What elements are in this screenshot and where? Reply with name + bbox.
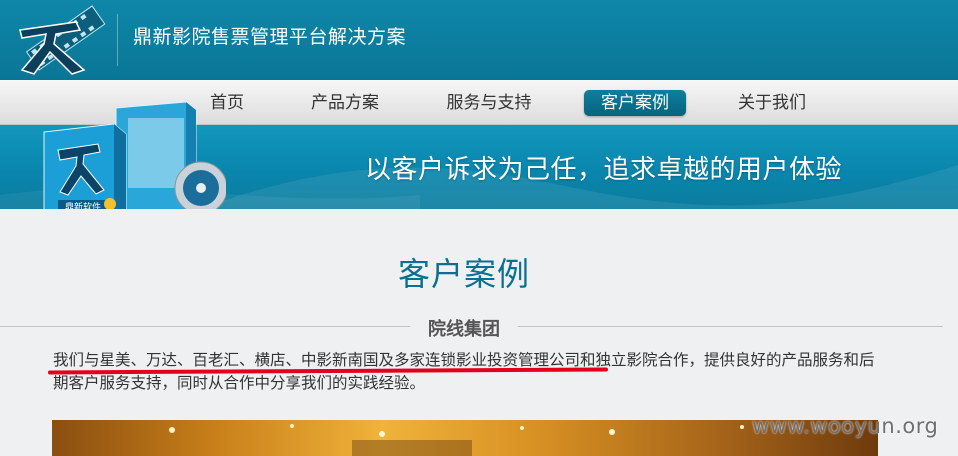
site-title: 鼎新影院售票管理平台解决方案 [133,26,407,48]
nav-item-service[interactable]: 服务与支持 [433,90,545,116]
film-reel-logo-icon[interactable] [6,0,106,80]
section-divider-right [518,326,943,327]
watermark: www.wooyun.org [752,414,939,438]
banner-slogan: 以客户诉求为己任，追求卓越的用户体验 [365,155,843,185]
nav-item-cases[interactable]: 客户案例 [584,90,686,116]
section-title: 院线集团 [428,319,500,340]
page-title: 客户案例 [397,255,530,293]
site-header: 鼎新影院售票管理平台解决方案 [0,0,958,80]
header-divider [117,14,118,66]
nav-item-products[interactable]: 产品方案 [297,90,393,116]
section-divider-left [0,326,410,327]
nav-item-about[interactable]: 关于我们 [724,90,820,116]
